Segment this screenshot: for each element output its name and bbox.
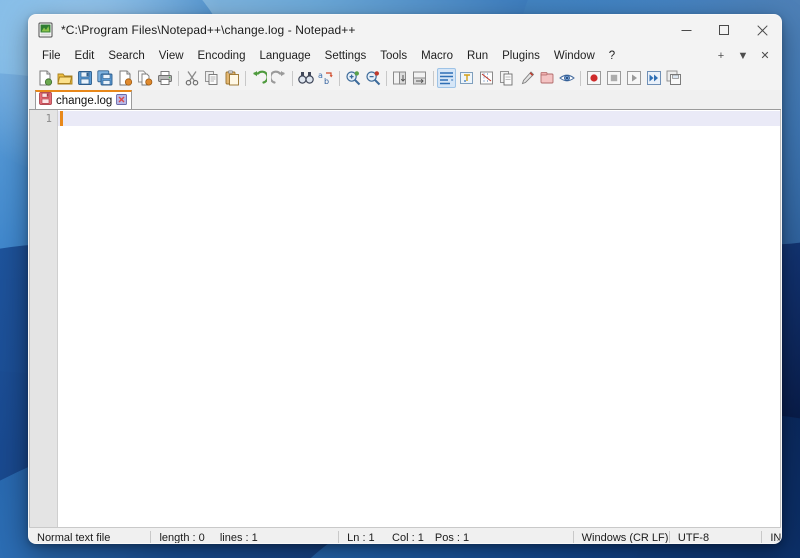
notepad-plus-plus-window[interactable]: *C:\Program Files\Notepad++\change.log -… — [28, 14, 782, 544]
new-file-icon[interactable] — [35, 68, 54, 88]
status-position: Pos : 1 — [434, 531, 470, 544]
close-tab-button[interactable]: ✕ — [755, 46, 775, 65]
menu-item-encoding[interactable]: Encoding — [191, 48, 253, 64]
macro-play-icon[interactable] — [624, 68, 643, 88]
desktop-wallpaper: *C:\Program Files\Notepad++\change.log -… — [0, 0, 800, 558]
toolbar-separator — [433, 70, 434, 86]
menu-item-window[interactable]: Window — [547, 48, 602, 64]
toolbar-separator — [386, 70, 387, 86]
sync-horizontal-scroll-icon[interactable] — [410, 68, 429, 88]
unsaved-file-icon — [39, 91, 52, 110]
maximize-button[interactable] — [705, 15, 743, 45]
save-icon[interactable] — [75, 68, 94, 88]
menu-item-edit[interactable]: Edit — [68, 48, 102, 64]
status-encoding: UTF-8 — [677, 531, 710, 544]
open-file-icon[interactable] — [55, 68, 74, 88]
menu-item-settings[interactable]: Settings — [318, 48, 374, 64]
function-list-icon[interactable] — [537, 68, 556, 88]
minimize-button[interactable] — [667, 15, 705, 45]
svg-text:a: a — [318, 71, 323, 80]
status-column-number: Col : 1 — [392, 531, 424, 544]
toolbar-separator — [339, 70, 340, 86]
show-all-characters-icon[interactable] — [457, 68, 476, 88]
close-all-icon[interactable] — [135, 68, 154, 88]
tab-list-button[interactable]: ▼ — [733, 46, 753, 65]
text-caret — [60, 111, 63, 126]
status-length: length : 0 — [159, 531, 205, 544]
menu-item-file[interactable]: File — [35, 48, 68, 64]
sync-vertical-scroll-icon[interactable] — [390, 68, 409, 88]
menu-item-language[interactable]: Language — [252, 48, 317, 64]
toolbar-separator — [178, 70, 179, 86]
title-bar[interactable]: *C:\Program Files\Notepad++\change.log -… — [29, 15, 781, 45]
svg-text:b: b — [324, 77, 329, 86]
window-controls[interactable] — [667, 15, 781, 45]
cut-icon[interactable] — [182, 68, 201, 88]
toolbar-separator — [292, 70, 293, 86]
macro-save-icon[interactable] — [664, 68, 683, 88]
menu-bar[interactable]: File Edit Search View Encoding Language … — [29, 45, 781, 66]
line-number: 1 — [45, 113, 52, 125]
copy-icon[interactable] — [202, 68, 221, 88]
word-wrap-icon[interactable] — [437, 68, 456, 88]
editor-area[interactable]: 1 — [29, 110, 781, 527]
line-number-gutter: 1 — [30, 110, 58, 527]
indent-guide-icon[interactable] — [477, 68, 496, 88]
status-lines: lines : 1 — [219, 531, 258, 544]
menu-item-run[interactable]: Run — [460, 48, 495, 64]
redo-icon[interactable] — [269, 68, 288, 88]
close-file-icon[interactable] — [115, 68, 134, 88]
current-line-highlight — [58, 111, 780, 126]
tab-label: change.log — [56, 94, 113, 107]
status-line-number: Ln : 1 — [347, 531, 375, 544]
zoom-in-icon[interactable] — [343, 68, 362, 88]
paste-icon[interactable] — [222, 68, 241, 88]
replace-icon[interactable]: ab — [316, 68, 335, 88]
macro-record-icon[interactable] — [584, 68, 603, 88]
close-button[interactable] — [743, 15, 781, 45]
toolbar-separator — [580, 70, 581, 86]
user-defined-dialog-icon[interactable] — [497, 68, 516, 88]
zoom-out-icon[interactable] — [363, 68, 382, 88]
macro-run-multiple-icon[interactable] — [644, 68, 663, 88]
save-all-icon[interactable] — [95, 68, 114, 88]
tab-bar[interactable]: change.log — [29, 90, 781, 110]
tab-close-icon[interactable] — [116, 92, 128, 110]
print-icon[interactable] — [155, 68, 174, 88]
menu-item-view[interactable]: View — [152, 48, 191, 64]
new-tab-button[interactable]: + — [711, 46, 731, 65]
status-bar: Normal text file length : 0 lines : 1 Ln… — [29, 527, 781, 544]
menu-item-macro[interactable]: Macro — [414, 48, 460, 64]
window-title: *C:\Program Files\Notepad++\change.log -… — [61, 23, 356, 37]
notepad-plus-plus-icon — [38, 22, 54, 38]
macro-stop-icon[interactable] — [604, 68, 623, 88]
status-eol-format: Windows (CR LF) — [581, 531, 669, 544]
text-editor-canvas[interactable] — [58, 110, 780, 527]
status-file-type: Normal text file — [37, 531, 111, 544]
menu-item-search[interactable]: Search — [101, 48, 151, 64]
toolbar-separator — [245, 70, 246, 86]
menu-item-tools[interactable]: Tools — [373, 48, 414, 64]
resize-grip[interactable] — [769, 535, 779, 543]
tab-change-log[interactable]: change.log — [35, 90, 133, 110]
menu-item-plugins[interactable]: Plugins — [495, 48, 547, 64]
menu-bar-right-controls[interactable]: + ▼ ✕ — [711, 45, 775, 66]
find-icon[interactable] — [296, 68, 315, 88]
monitoring-icon[interactable] — [557, 68, 576, 88]
undo-icon[interactable] — [249, 68, 268, 88]
toolbar[interactable]: ab — [29, 66, 781, 90]
menu-item-help[interactable]: ? — [602, 48, 622, 64]
document-map-icon[interactable] — [517, 68, 536, 88]
